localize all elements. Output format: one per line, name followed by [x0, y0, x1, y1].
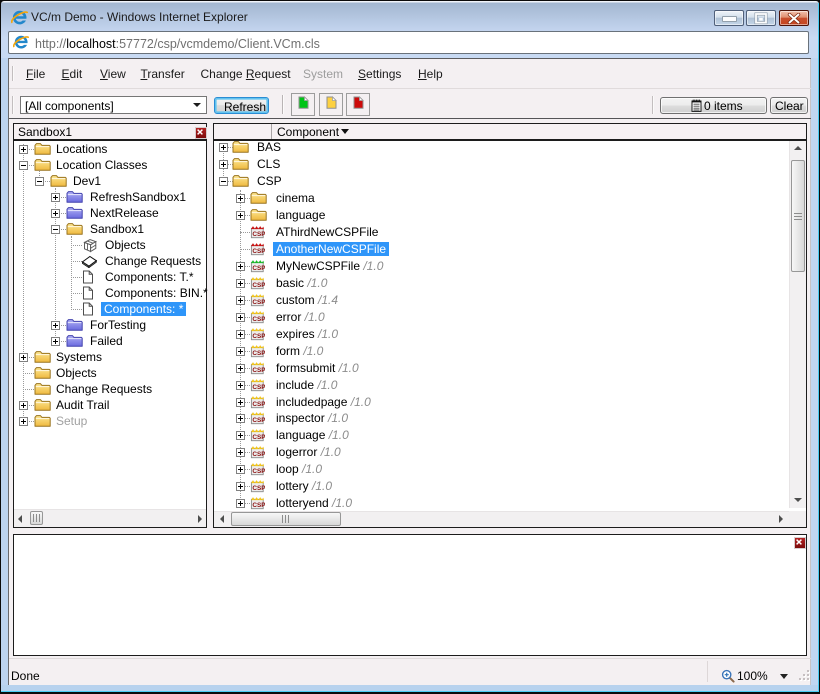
svg-text:CSP: CSP [252, 350, 265, 357]
svg-text:CSP: CSP [252, 316, 265, 323]
svg-text:CSP: CSP [252, 231, 265, 238]
svg-text:CSP: CSP [252, 401, 265, 408]
svg-text:CSP: CSP [252, 265, 265, 272]
svg-text:CSP: CSP [252, 485, 265, 492]
svg-text:CSP: CSP [252, 384, 265, 391]
svg-text:CSP: CSP [252, 248, 265, 255]
svg-text:CSP: CSP [252, 502, 265, 509]
svg-text:CSP: CSP [252, 417, 265, 424]
svg-text:CSP: CSP [252, 299, 265, 306]
svg-text:CSP: CSP [252, 434, 265, 441]
svg-text:CSP: CSP [252, 451, 265, 458]
svg-text:CSP: CSP [252, 367, 265, 374]
svg-text:CSP: CSP [252, 468, 265, 475]
svg-text:CSP: CSP [252, 282, 265, 289]
svg-text:CSP: CSP [252, 333, 265, 340]
